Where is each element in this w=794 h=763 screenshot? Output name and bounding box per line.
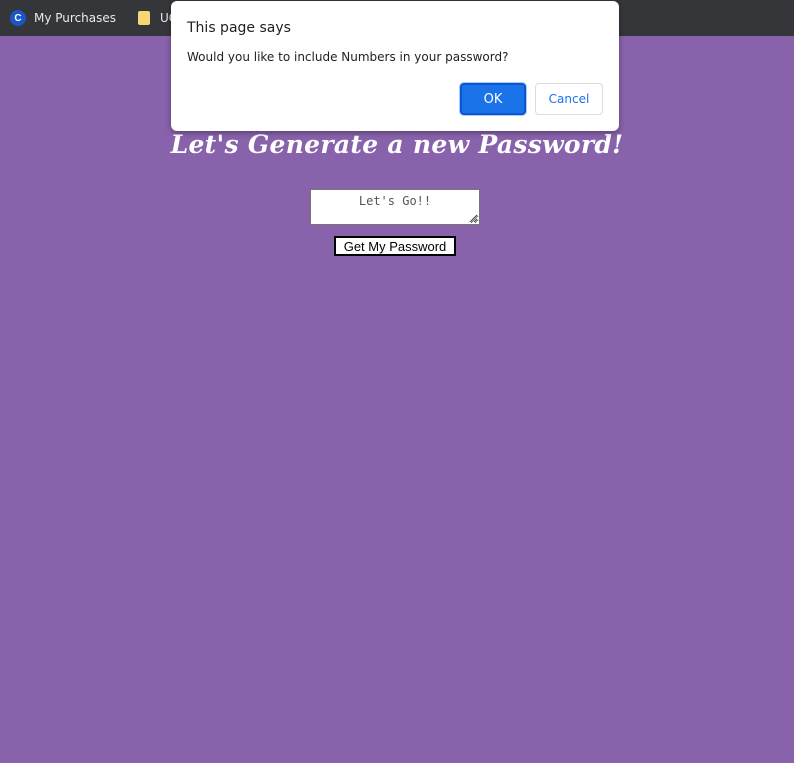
confirm-dialog: This page says Would you like to include…: [171, 1, 619, 131]
folder-icon: [138, 11, 151, 25]
dialog-message: Would you like to include Numbers in you…: [187, 50, 509, 64]
bookmark-label: My Purchases: [34, 11, 117, 25]
dialog-title: This page says: [187, 20, 291, 36]
password-textarea[interactable]: Let's Go!!: [310, 189, 480, 225]
page-title: Let's Generate a new Password!: [170, 130, 624, 159]
bookmark-my-purchases[interactable]: C My Purchases: [10, 10, 116, 26]
get-password-button[interactable]: Get My Password: [334, 236, 456, 256]
ok-button[interactable]: OK: [460, 83, 526, 115]
cancel-button[interactable]: Cancel: [535, 83, 603, 115]
c-logo-icon: C: [10, 10, 26, 26]
